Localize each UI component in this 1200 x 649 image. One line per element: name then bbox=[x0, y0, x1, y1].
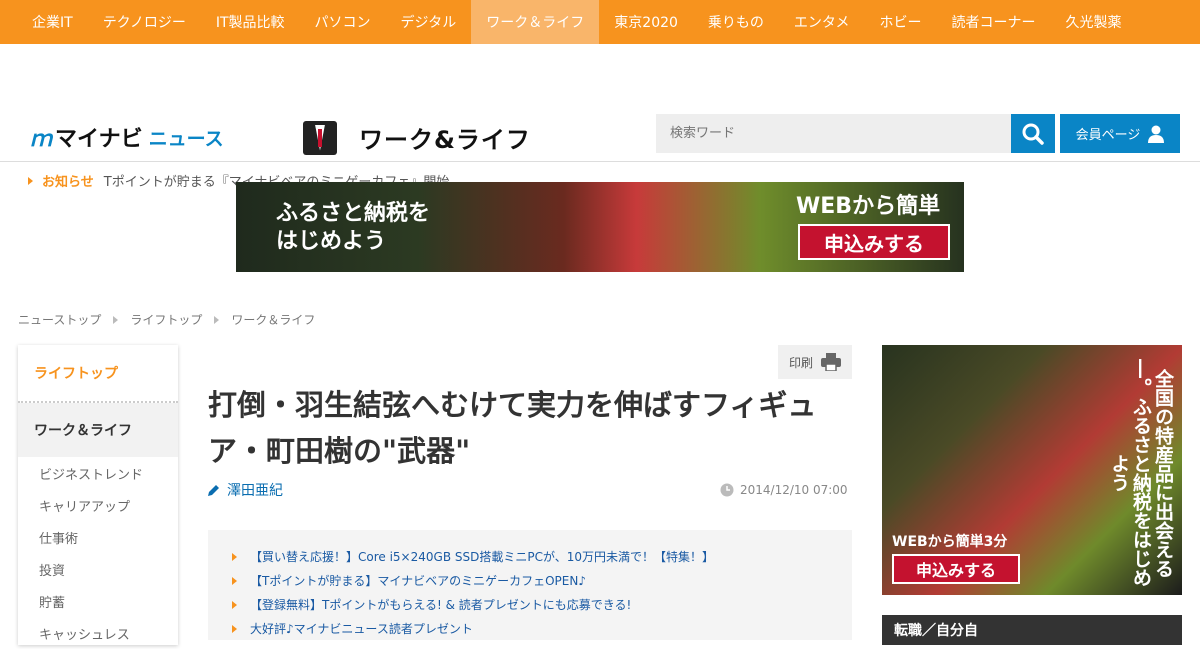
furusato-banner-ad[interactable]: ふるさと納税を はじめよう WEBから簡単 申込みする bbox=[236, 182, 964, 272]
sidebar-item-investment[interactable]: 投資 bbox=[18, 553, 178, 585]
logo-text: マイナビ bbox=[55, 127, 143, 152]
sidebar-item-work-tips[interactable]: 仕事術 bbox=[18, 521, 178, 553]
nav-item-hobby[interactable]: ホビー bbox=[865, 0, 937, 44]
nav-item-digital[interactable]: デジタル bbox=[386, 0, 472, 44]
date-text: 2014/12/10 07:00 bbox=[740, 483, 848, 497]
logo-mark-icon: ｍ bbox=[30, 127, 52, 152]
sidebar-item-cashless[interactable]: キャッシュレス bbox=[18, 617, 178, 649]
nav-item-readers-corner[interactable]: 読者コーナー bbox=[937, 0, 1051, 44]
nav-item-entertainment[interactable]: エンタメ bbox=[779, 0, 865, 44]
notice-label: お知らせ bbox=[42, 175, 94, 190]
banner-right-text: WEBから簡単 bbox=[796, 194, 941, 219]
side-ad-text: WEBから簡単3分 bbox=[892, 534, 1008, 550]
site-header: ｍ マイナビ ニュース ワーク&ライフ 会員ページ お知らせ Tポイントが貯まる… bbox=[0, 44, 1200, 190]
category-sidebar: ライフトップ ワーク＆ライフ ビジネストレンド キャリアアップ 仕事術 投資 貯… bbox=[18, 345, 178, 645]
nav-item-pc[interactable]: パソコン bbox=[300, 0, 386, 44]
breadcrumb-life-top[interactable]: ライフトップ bbox=[130, 311, 202, 328]
sidebar-item-business-trend[interactable]: ビジネストレンド bbox=[18, 457, 178, 489]
print-label: 印刷 bbox=[788, 355, 813, 370]
side-ad-vertical-text: 全国の特産品に出会える―。ふるさと納税をはじめよう bbox=[1108, 359, 1174, 587]
arrow-icon bbox=[232, 624, 237, 633]
article-title: 打倒・羽生結弦へむけて実力を伸ばすフィギュア・町田樹の"武器" bbox=[208, 388, 817, 468]
promo-link[interactable]: 大好評♪マイナビニュース読者プレゼント bbox=[232, 620, 473, 637]
member-page-button[interactable]: 会員ページ bbox=[1060, 114, 1180, 153]
article-author[interactable]: 澤田亜紀 bbox=[208, 480, 283, 500]
breadcrumb: ニューストップ ライフトップ ワーク＆ライフ bbox=[18, 311, 315, 328]
banner-cta-button[interactable]: 申込みする bbox=[798, 224, 950, 260]
mynavi-news-logo[interactable]: ｍ マイナビ ニュース bbox=[30, 121, 224, 153]
chevron-right-icon bbox=[214, 315, 220, 324]
nav-item-tokyo2020[interactable]: 東京2020 bbox=[599, 0, 693, 44]
promo-link[interactable]: 【Tポイントが貯まる】マイナビベアのミニゲーカフェOPEN♪ bbox=[232, 572, 586, 589]
nav-item-it-comparison[interactable]: IT製品比較 bbox=[201, 0, 300, 44]
clock-icon bbox=[720, 483, 734, 497]
banner-line2: はじめよう bbox=[276, 229, 387, 254]
user-icon bbox=[1148, 125, 1165, 143]
breadcrumb-work-life[interactable]: ワーク＆ライフ bbox=[231, 311, 315, 328]
article-date: 2014/12/10 07:00 bbox=[720, 483, 848, 497]
furusato-side-ad[interactable]: 全国の特産品に出会える―。ふるさと納税をはじめよう WEBから簡単3分 申込みす… bbox=[882, 345, 1182, 595]
top-navigation: 企業IT テクノロジー IT製品比較 パソコン デジタル ワーク＆ライフ 東京2… bbox=[0, 0, 1200, 44]
nav-item-technology[interactable]: テクノロジー bbox=[88, 0, 201, 44]
sidebar-item-work-life[interactable]: ワーク＆ライフ bbox=[18, 403, 178, 457]
nav-item-work-life[interactable]: ワーク＆ライフ bbox=[471, 0, 600, 44]
sidebar-item-career-up[interactable]: キャリアアップ bbox=[18, 489, 178, 521]
logo-news-text: ニュース bbox=[148, 127, 224, 150]
arrow-icon bbox=[28, 176, 33, 185]
author-name: 澤田亜紀 bbox=[227, 483, 283, 499]
promo-links-box: 【買い替え応援！】Core i5×240GB SSD搭載ミニPCが、10万円未満… bbox=[208, 530, 852, 640]
side-box-header: 転職／自分自 bbox=[882, 615, 1182, 645]
nav-item-enterprise-it[interactable]: 企業IT bbox=[17, 0, 88, 44]
sidebar-item-life-top[interactable]: ライフトップ bbox=[18, 345, 178, 403]
promo-link-text: 大好評♪マイナビニュース読者プレゼント bbox=[250, 622, 473, 636]
section-logo[interactable]: ワーク&ライフ bbox=[303, 120, 531, 155]
side-ad-cta-button[interactable]: 申込みする bbox=[892, 554, 1020, 584]
search-icon bbox=[1022, 123, 1044, 145]
promo-link-text: 【Tポイントが貯まる】マイナビベアのミニゲーカフェOPEN♪ bbox=[250, 574, 586, 588]
search-input[interactable] bbox=[656, 114, 1011, 153]
nav-item-vehicles[interactable]: 乗りもの bbox=[693, 0, 779, 44]
search-button[interactable] bbox=[1011, 114, 1055, 153]
member-label: 会員ページ bbox=[1075, 128, 1141, 143]
promo-link-text: 【登録無料】Tポイントがもらえる! & 読者プレゼントにも応募できる! bbox=[250, 598, 632, 612]
nav-item-hisamitsu[interactable]: 久光製薬 bbox=[1051, 0, 1137, 44]
banner-line1: ふるさと納税を bbox=[276, 201, 431, 226]
promo-link[interactable]: 【登録無料】Tポイントがもらえる! & 読者プレゼントにも応募できる! bbox=[232, 596, 631, 613]
promo-link[interactable]: 【買い替え応援！】Core i5×240GB SSD搭載ミニPCが、10万円未満… bbox=[232, 548, 714, 565]
suit-icon bbox=[303, 120, 337, 155]
chevron-right-icon bbox=[113, 315, 119, 324]
pencil-icon bbox=[208, 485, 219, 496]
arrow-icon bbox=[232, 600, 237, 609]
promo-link-text: 【買い替え応援！】Core i5×240GB SSD搭載ミニPCが、10万円未満… bbox=[250, 550, 714, 564]
section-title: ワーク&ライフ bbox=[359, 126, 531, 154]
printer-icon bbox=[821, 353, 841, 371]
breadcrumb-news-top[interactable]: ニューストップ bbox=[18, 311, 101, 328]
arrow-icon bbox=[232, 552, 237, 561]
print-button[interactable]: 印刷 bbox=[778, 345, 852, 379]
arrow-icon bbox=[232, 576, 237, 585]
banner-headline: ふるさと納税を はじめよう bbox=[276, 200, 430, 256]
sidebar-item-savings[interactable]: 貯蓄 bbox=[18, 585, 178, 617]
